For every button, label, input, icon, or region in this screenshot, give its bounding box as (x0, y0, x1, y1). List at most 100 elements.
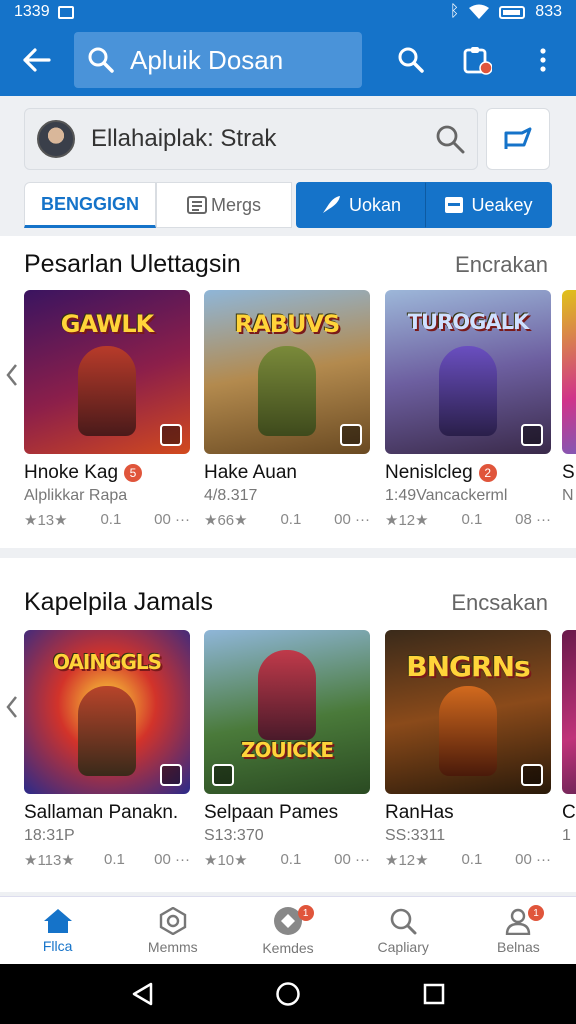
game-card[interactable]: ZOUICKE Selpaan Pames S13:370 ★10★ 0.1 00 … (204, 630, 370, 869)
tab-uokan[interactable]: Uokan (296, 182, 426, 228)
game-art-title: ZOUICKE (240, 738, 334, 762)
game-title: Nenislcleg (385, 462, 473, 483)
notification-badge: 1 (528, 905, 545, 921)
overflow-menu-button[interactable] (510, 24, 576, 96)
app-bar: Apluik Dosan (0, 24, 576, 96)
game-thumbnail[interactable]: TUROGALK (385, 290, 551, 454)
game-size: 0.1 (461, 851, 483, 868)
bottom-navigation: Fllca Memms 1 Kemdes Capliary 1 Belnas (0, 896, 576, 964)
back-button[interactable] (0, 24, 74, 96)
tab-label: Uokan (348, 194, 402, 215)
status-bar: 1339 ᛒ 833 (0, 0, 576, 24)
nav-label: Kemdes (262, 939, 314, 956)
game-size: 0.1 (280, 511, 302, 528)
tab-benggign[interactable]: BENGGIGN (24, 182, 156, 228)
scroll-left-button[interactable] (2, 692, 22, 722)
game-title: Hnoke Kag (24, 462, 119, 483)
recents-square-icon[interactable] (423, 983, 445, 1005)
home-circle-icon[interactable] (275, 981, 301, 1007)
game-thumbnail[interactable]: OAINGGLS (24, 630, 190, 794)
game-title: Hake Auan (204, 462, 297, 483)
game-rating: ★12★ (385, 512, 429, 529)
count-badge: 2 (478, 464, 497, 482)
game-card-partial[interactable]: S N (562, 290, 576, 505)
game-thumbnail[interactable]: RABUVS (204, 290, 370, 454)
see-more-link[interactable]: Encsakan (451, 590, 548, 616)
game-badge-icon (521, 424, 543, 446)
back-arrow-icon (23, 48, 51, 72)
game-title: C (562, 802, 576, 823)
account-search-text: Ellahaiplak: Strak (91, 125, 277, 152)
search-icon (88, 47, 114, 73)
game-subtitle: SS:3311 (385, 827, 446, 844)
game-subtitle: 4/8.317 (204, 487, 258, 504)
nav-item-belnas[interactable]: 1 Belnas (461, 897, 576, 964)
game-size: 0.1 (461, 511, 483, 528)
search-field[interactable]: Apluik Dosan (74, 32, 362, 88)
game-subtitle: N (562, 487, 574, 504)
image-notification-icon (57, 5, 74, 19)
game-extra[interactable]: 00 ··· (154, 851, 190, 869)
nav-label: Capliary (377, 938, 429, 955)
game-thumbnail[interactable] (562, 630, 576, 794)
search-button[interactable] (378, 24, 444, 96)
game-card[interactable]: GAWLK Hnoke Kag 5 Alplikkar Rapa ★13★ 0.1 0… (24, 290, 190, 529)
game-card-partial[interactable]: C 1 (562, 630, 576, 845)
clipboard-icon (463, 47, 492, 75)
game-subtitle: S13:370 (204, 827, 264, 844)
tab-label: Ueakey (471, 194, 533, 215)
game-card[interactable]: RABUVS Hake Auan 4/8.317 ★66★ 0.1 00 ··· (204, 290, 370, 529)
back-triangle-icon[interactable] (131, 982, 153, 1006)
game-art-title: TUROGALK (407, 310, 530, 334)
see-more-link[interactable]: Encrakan (455, 252, 548, 278)
status-time: 1339 (14, 3, 50, 20)
nav-item-capliary[interactable]: Capliary (346, 897, 461, 964)
tab-ueakey[interactable]: Ueakey (426, 182, 552, 228)
game-extra[interactable]: 08 ··· (515, 511, 551, 529)
game-extra[interactable]: 00 ··· (154, 511, 190, 529)
tab-bar: BENGGIGN Mergs Uokan Ueakey (24, 182, 552, 228)
game-thumbnail[interactable]: GAWLK (24, 290, 190, 454)
search-icon (390, 908, 417, 934)
game-title: Selpaan Pames (204, 802, 339, 823)
game-thumbnail[interactable]: BNGRNs (385, 630, 551, 794)
nav-item-memms[interactable]: Memms (115, 897, 230, 964)
hero-figure (258, 650, 316, 740)
game-badge-icon (521, 764, 543, 786)
tab-label: BENGGIGN (40, 193, 139, 214)
tab-mergs[interactable]: Mergs (156, 182, 292, 228)
account-search-bar[interactable]: Ellahaiplak: Strak (24, 108, 478, 170)
chevron-left-icon (6, 364, 17, 386)
game-thumbnail[interactable] (562, 290, 576, 454)
scroll-left-button[interactable] (2, 360, 22, 390)
avatar[interactable] (37, 120, 75, 158)
game-card[interactable]: BNGRNs RanHas SS:3311 ★12★ 0.1 00 ··· (385, 630, 551, 869)
wifi-icon (469, 4, 490, 19)
game-rating: ★12★ (385, 852, 429, 869)
system-navigation-bar (0, 964, 576, 1024)
game-art-title: RABUVS (234, 310, 341, 338)
game-extra[interactable]: 00 ··· (334, 511, 370, 529)
chevron-left-icon (6, 696, 17, 718)
nav-label: Memms (147, 938, 198, 955)
game-card[interactable]: OAINGGLS Sallaman Panakn. 18:31P ★113★ 0.… (24, 630, 190, 869)
game-title: RanHas (385, 802, 454, 823)
card-icon (445, 197, 464, 213)
game-size: 0.1 (104, 851, 125, 868)
share-button[interactable] (486, 108, 550, 170)
game-rating: ★66★ (204, 512, 248, 529)
game-thumbnail[interactable]: ZOUICKE (204, 630, 370, 794)
nav-item-home[interactable]: Fllca (0, 897, 115, 964)
game-extra[interactable]: 00 ··· (515, 851, 551, 869)
clipboard-button[interactable] (444, 24, 510, 96)
game-badge-icon (160, 764, 182, 786)
game-size: 0.1 (100, 511, 122, 528)
game-extra[interactable]: 00 ··· (334, 851, 370, 869)
game-card[interactable]: TUROGALK Nenislcleg 2 1:49Vancackerml ★12… (385, 290, 551, 529)
nav-label: Belnas (497, 938, 540, 955)
game-subtitle: 1:49Vancackerml (385, 487, 508, 504)
search-icon[interactable] (435, 124, 465, 154)
nav-item-kemdes[interactable]: 1 Kemdes (230, 897, 345, 964)
badge-icon (159, 906, 186, 935)
game-rating: ★10★ (204, 852, 248, 869)
